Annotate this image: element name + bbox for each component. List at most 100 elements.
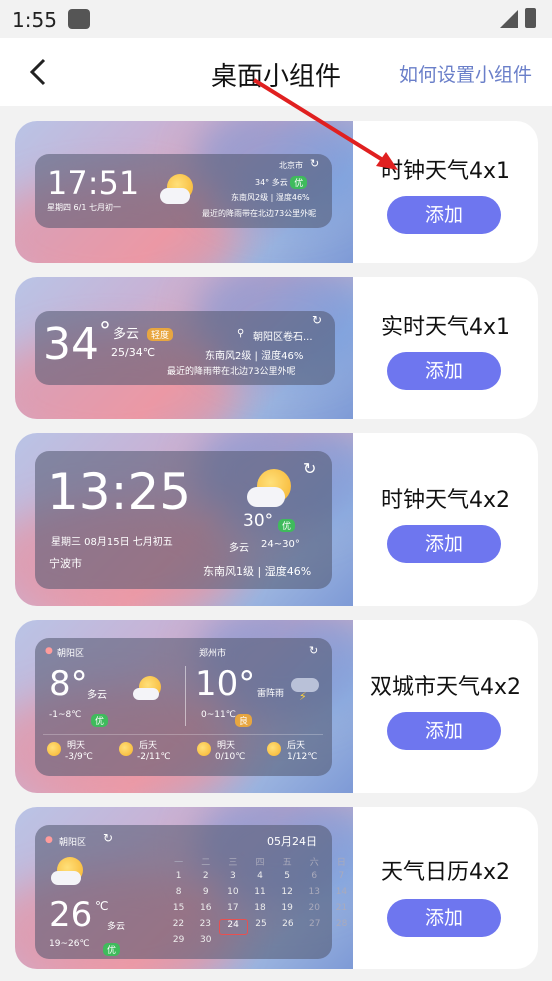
widget-condition: 多云 — [229, 543, 249, 554]
calendar-day[interactable]: 22 — [165, 919, 192, 935]
add-button[interactable]: 添加 — [387, 899, 501, 937]
calendar-day[interactable]: 10 — [219, 887, 246, 903]
battery-icon — [525, 8, 536, 28]
widget-wind: 东南风2级 | 湿度46% — [205, 351, 304, 362]
calendar-day[interactable]: 26 — [274, 919, 301, 935]
calendar-day[interactable]: 14 — [328, 887, 353, 903]
header: 桌面小组件 如何设置小组件 — [0, 38, 552, 106]
calendar-day[interactable]: 1 — [165, 871, 192, 887]
widget-preview: 34 ° 多云 轻度 25/34℃ ⚲ 朝阳区卷石... ↻ 东南风2级 | 湿… — [15, 277, 353, 419]
calendar-day[interactable]: 8 — [165, 887, 192, 903]
widget-range: 24~30° — [261, 539, 300, 550]
calendar-day[interactable]: 18 — [246, 903, 273, 919]
calendar-day[interactable]: 20 — [301, 903, 328, 919]
calendar-day[interactable]: 27 — [301, 919, 328, 935]
widget-city: 北京市 — [279, 161, 303, 170]
widget-rain: 最近的降雨带在北边73公里外呢 — [167, 367, 296, 377]
add-button[interactable]: 添加 — [387, 196, 501, 234]
widget-city: 宁波市 — [49, 557, 82, 570]
calendar-day[interactable] — [274, 935, 301, 951]
calendar-day[interactable]: 25 — [248, 919, 275, 935]
calendar-day[interactable]: 15 — [165, 903, 192, 919]
status-time: 1:55 — [12, 8, 57, 32]
widget-preview: ● 朝阳区 ↻ 05月24日 26 ℃ 多云 19~26℃ 优 一二三四五六日 … — [15, 807, 353, 969]
refresh-icon: ↻ — [312, 313, 323, 327]
calendar-day[interactable]: 3 — [219, 871, 246, 887]
calendar-day[interactable]: 23 — [192, 919, 219, 935]
calendar-day[interactable] — [246, 935, 273, 951]
widget-range: 25/34℃ — [111, 346, 156, 359]
forecast-range: 0/10℃ — [215, 752, 246, 762]
widget-wind: 东南风1级 | 湿度46% — [203, 565, 312, 578]
calendar-day[interactable]: 11 — [246, 887, 273, 903]
add-button[interactable]: 添加 — [387, 352, 501, 390]
widget-temp: 26 — [49, 895, 93, 935]
calendar-day[interactable]: 17 — [219, 903, 246, 919]
widget-card-dual-city-weather-4x2: ● 朝阳区 郑州市 ↻ 8° 多云 -1~8℃ 优 10° 雷阵雨 ⚡ 0~11… — [15, 620, 538, 793]
widget-card-clock-weather-4x2: 13:25 星期三 08月15日 七月初五 宁波市 ↻ 30° 优 多云 24~… — [15, 433, 538, 606]
calendar-day[interactable]: 9 — [192, 887, 219, 903]
how-to-set-widget-link[interactable]: 如何设置小组件 — [399, 60, 532, 87]
aqi-badge: 优 — [91, 714, 109, 727]
forecast-day: 后天 — [287, 741, 306, 751]
add-button[interactable]: 添加 — [387, 525, 501, 563]
city-2-condition: 雷阵雨 — [257, 689, 285, 699]
widget-date: 星期三 08月15日 七月初五 — [51, 537, 173, 548]
calendar-day[interactable]: 19 — [274, 903, 301, 919]
refresh-icon: ↻ — [310, 157, 320, 170]
location-pin-icon: ● — [45, 835, 53, 845]
calendar-day[interactable]: 16 — [192, 903, 219, 919]
calendar-day[interactable]: 13 — [301, 887, 328, 903]
calendar-day[interactable]: 6 — [301, 871, 328, 887]
widget-location: 朝阳区卷石... — [253, 332, 313, 343]
cloud-icon — [133, 688, 159, 700]
calendar-day[interactable] — [301, 935, 328, 951]
widget-condition: 多云 — [107, 922, 126, 932]
forecast-day: 后天 — [139, 741, 158, 751]
calendar-day[interactable]: 30 — [192, 935, 219, 951]
aqi-badge: 轻度 — [147, 328, 174, 341]
calendar-day[interactable] — [328, 935, 353, 951]
calendar-day[interactable]: 29 — [165, 935, 192, 951]
calendar-day[interactable]: 12 — [274, 887, 301, 903]
forecast-range: -2/11℃ — [137, 752, 171, 762]
widget-preview: ● 朝阳区 郑州市 ↻ 8° 多云 -1~8℃ 优 10° 雷阵雨 ⚡ 0~11… — [15, 620, 353, 793]
cloud-icon — [160, 188, 190, 204]
weekday-label: 二 — [201, 858, 211, 868]
location-pin-icon: ● — [45, 646, 53, 656]
widget-city: 朝阳区 — [59, 838, 87, 848]
calendar-day[interactable]: 4 — [246, 871, 273, 887]
widget-card-realtime-weather-4x1: 34 ° 多云 轻度 25/34℃ ⚲ 朝阳区卷石... ↻ 东南风2级 | 湿… — [15, 277, 538, 419]
divider — [185, 666, 186, 726]
calendar-day[interactable]: 2 — [192, 871, 219, 887]
aqi-badge: 优 — [290, 176, 308, 189]
city-1: 朝阳区 — [57, 649, 85, 659]
forecast-day: 明天 — [67, 741, 86, 751]
widget-wind: 东南风2级 | 湿度46% — [231, 193, 310, 202]
refresh-icon: ↻ — [309, 644, 319, 657]
degree-sign: ° — [99, 317, 111, 345]
city-2-temp: 10° — [195, 664, 256, 704]
widget-name: 实时天气4x1 — [380, 315, 510, 340]
calendar-day[interactable] — [219, 935, 246, 951]
city-2: 郑州市 — [199, 649, 227, 659]
widget-name: 天气日历4x2 — [380, 860, 510, 885]
aqi-badge: 良 — [235, 714, 253, 727]
calendar-day[interactable]: 7 — [328, 871, 353, 887]
city-2-range: 0~11℃ — [201, 710, 236, 720]
widget-temp: 34° — [255, 178, 270, 187]
forecast-range: 1/12℃ — [287, 752, 318, 762]
cloud-icon — [51, 871, 81, 885]
calendar-day[interactable]: 28 — [328, 919, 353, 935]
calendar-day[interactable]: 5 — [274, 871, 301, 887]
weekday-label: 日 — [336, 858, 346, 868]
weekday-label: 五 — [282, 858, 292, 868]
sun-icon — [119, 742, 133, 756]
calendar-day[interactable]: 21 — [328, 903, 353, 919]
calendar-day[interactable]: 24 — [218, 919, 248, 935]
widget-name: 双城市天气4x2 — [369, 675, 521, 700]
location-pin-icon: ⚲ — [237, 328, 245, 339]
add-button[interactable]: 添加 — [387, 712, 501, 750]
status-bar: 1:55 — [0, 0, 552, 38]
sun-icon — [47, 742, 61, 756]
